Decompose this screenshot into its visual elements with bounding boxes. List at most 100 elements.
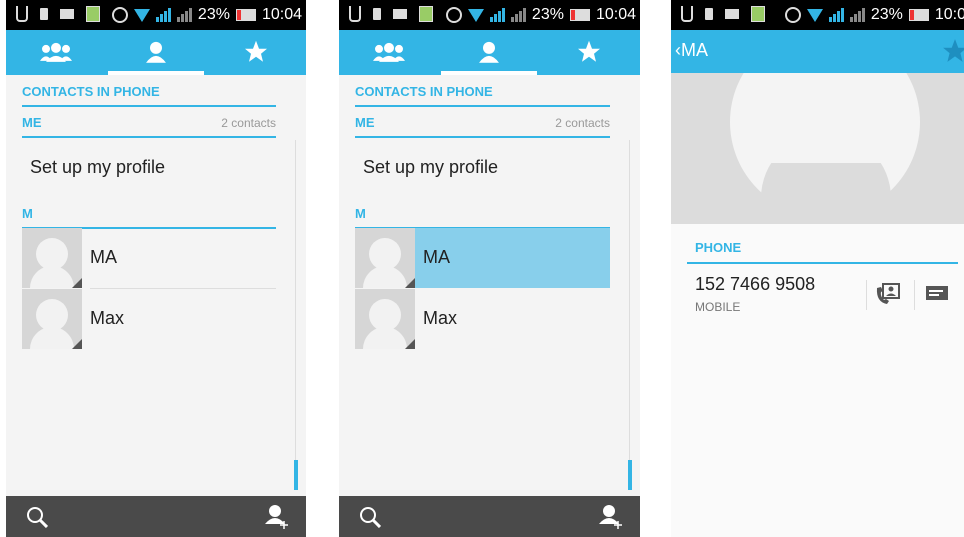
signal-2-icon: [176, 8, 192, 22]
section-header-contacts-in-phone: CONTACTS IN PHONE: [22, 75, 276, 107]
me-header: ME: [355, 115, 375, 130]
mail-icon: [725, 9, 739, 19]
groups-icon: [373, 42, 405, 62]
tab-bar: [6, 30, 306, 75]
battery-icon: [235, 9, 256, 21]
avatar: [355, 289, 415, 349]
call-icon[interactable]: [875, 282, 901, 308]
divider: [866, 280, 867, 310]
section-header-me: ME 2 contacts: [22, 106, 276, 138]
section-title: CONTACTS IN PHONE: [22, 84, 160, 99]
favorite-star-icon[interactable]: [942, 38, 964, 64]
tab-all-contacts[interactable]: [106, 30, 206, 75]
bottom-bar: [339, 496, 640, 537]
status-bar: 23% 10:04: [339, 0, 640, 30]
action-bar: ‹MA: [671, 30, 964, 73]
section-header-me: ME 2 contacts: [355, 106, 610, 138]
letter-header: M: [355, 206, 366, 221]
person-icon: [479, 41, 499, 63]
contact-photo: [671, 73, 964, 224]
contacts-screen-1: 23% 10:04 CONTACTS IN PHONE ME 2 contact…: [6, 0, 306, 537]
contact-row[interactable]: MA: [22, 228, 276, 288]
signal-icon: [155, 8, 171, 22]
section-header-letter: M: [22, 197, 276, 229]
tab-groups[interactable]: [339, 30, 439, 75]
message-icon[interactable]: [925, 284, 949, 304]
wifi-icon: [806, 8, 823, 22]
wifi-icon: [133, 8, 150, 22]
star-icon: [578, 40, 600, 62]
divider: [914, 280, 915, 310]
usb-icon: [681, 6, 693, 22]
wifi-icon: [467, 8, 484, 22]
notification-image-icon: [419, 6, 433, 22]
phone-number[interactable]: 152 7466 9508: [695, 274, 815, 295]
search-icon[interactable]: [359, 506, 381, 528]
me-header: ME: [22, 115, 42, 130]
contact-title: MA: [681, 40, 708, 60]
star-icon: [245, 40, 267, 62]
tab-favorites[interactable]: [206, 30, 306, 75]
add-contact-icon[interactable]: [598, 504, 624, 530]
contact-row[interactable]: Max: [22, 289, 276, 349]
add-contact-icon[interactable]: [264, 504, 290, 530]
avatar: [22, 289, 82, 349]
mail-icon: [393, 9, 407, 19]
signal-2-icon: [510, 8, 526, 22]
setup-profile-item[interactable]: Set up my profile: [363, 157, 498, 178]
sd-card-icon: [373, 8, 381, 20]
letter-header: M: [22, 206, 33, 221]
contact-row[interactable]: Max: [355, 289, 610, 349]
usb-icon: [349, 6, 361, 22]
contact-details: PHONE 152 7466 9508 MOBILE: [671, 224, 964, 537]
contact-list: CONTACTS IN PHONE ME 2 contacts Set up m…: [355, 75, 610, 496]
groups-icon: [40, 42, 72, 62]
section-title: CONTACTS IN PHONE: [355, 84, 493, 99]
section-header-letter: M: [355, 197, 610, 229]
notification-image-icon: [751, 6, 765, 22]
signal-icon: [828, 8, 844, 22]
alarm-icon: [111, 7, 128, 23]
tab-bar: [339, 30, 640, 75]
tab-groups[interactable]: [6, 30, 106, 75]
clock: 10:04: [595, 6, 636, 23]
setup-profile-item[interactable]: Set up my profile: [30, 157, 165, 178]
contact-count: 2 contacts: [221, 116, 276, 130]
battery-percent: 23%: [197, 6, 230, 23]
contact-name: Max: [90, 308, 125, 328]
mail-icon: [60, 9, 74, 19]
tab-favorites[interactable]: [539, 30, 639, 75]
signal-icon: [489, 8, 505, 22]
scrollbar-thumb[interactable]: [294, 460, 298, 490]
signal-2-icon: [849, 8, 865, 22]
alarm-icon: [784, 7, 801, 23]
contact-name: MA: [423, 247, 450, 267]
avatar: [22, 228, 82, 288]
contact-detail-screen: 23% 10:0 ‹MA PHONE 152 7466 9508 MOBILE: [671, 0, 964, 537]
back-button[interactable]: ‹MA: [675, 40, 708, 61]
bottom-bar: [6, 496, 306, 537]
contact-count: 2 contacts: [555, 116, 610, 130]
status-bar: 23% 10:0: [671, 0, 964, 30]
contacts-screen-2: 23% 10:04 CONTACTS IN PHONE ME 2 contact…: [339, 0, 640, 537]
battery-percent: 23%: [870, 6, 903, 23]
notification-image-icon: [86, 6, 100, 22]
battery-percent: 23%: [531, 6, 564, 23]
search-icon[interactable]: [26, 506, 48, 528]
phone-type: MOBILE: [695, 300, 741, 314]
section-header-contacts-in-phone: CONTACTS IN PHONE: [355, 75, 610, 107]
contact-row-selected[interactable]: MA: [355, 228, 610, 288]
scroll-track: [629, 140, 630, 490]
phone-section-header: PHONE: [687, 236, 958, 264]
person-icon: [146, 41, 166, 63]
status-bar: 23% 10:04: [6, 0, 306, 30]
scroll-track: [295, 140, 296, 490]
tab-all-contacts[interactable]: [439, 30, 539, 75]
clock: 10:04: [261, 6, 302, 23]
contact-list: CONTACTS IN PHONE ME 2 contacts Set up m…: [22, 75, 276, 496]
battery-icon: [569, 9, 590, 21]
alarm-icon: [445, 7, 462, 23]
scrollbar-thumb[interactable]: [628, 460, 632, 490]
sd-card-icon: [705, 8, 713, 20]
contact-name: MA: [90, 247, 117, 267]
